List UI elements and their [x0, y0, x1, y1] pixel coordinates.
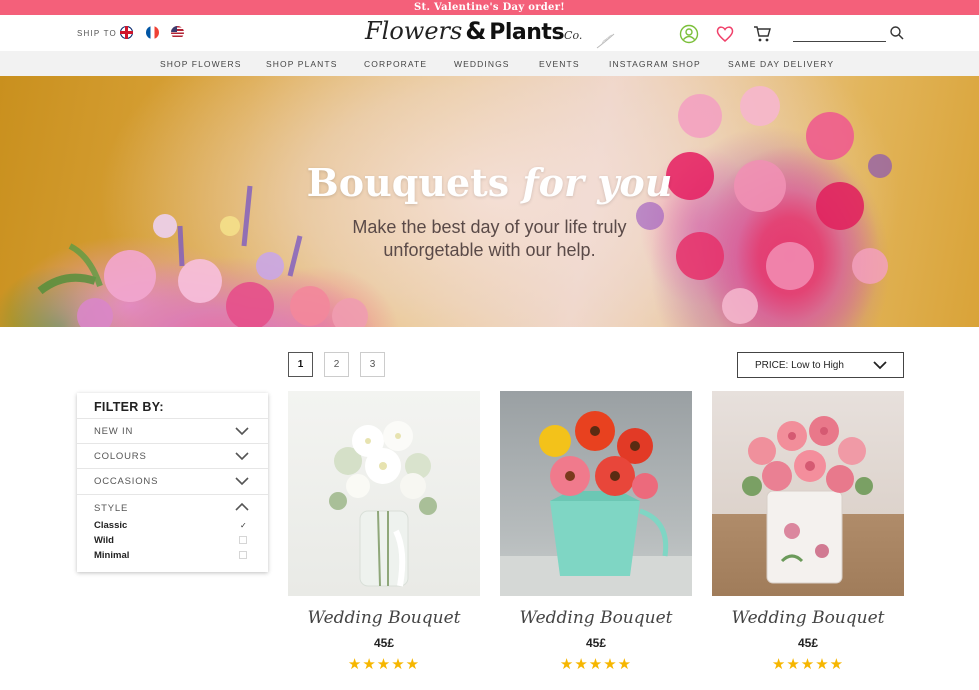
- filter-colours-label: COLOURS: [94, 451, 147, 462]
- ship-to-label: SHIP TO: [77, 29, 117, 38]
- nav-instagram-shop[interactable]: INSTAGRAM SHOP: [609, 59, 701, 69]
- logo-ampersand: &: [465, 17, 487, 45]
- logo-leaf-icon: [596, 33, 615, 49]
- nav-shop-plants[interactable]: SHOP PLANTS: [266, 59, 337, 69]
- star-rating-icon: ★★★★★: [559, 656, 633, 673]
- style-wild-checkbox[interactable]: [239, 536, 247, 544]
- hero-subtitle-line1: Make the best day of your life truly: [352, 217, 627, 237]
- filter-colours[interactable]: COLOURS: [77, 443, 268, 467]
- filter-style: STYLE Classic ✓ Wild Minimal: [77, 494, 268, 572]
- star-rating-icon: ★★★★★: [771, 656, 845, 673]
- account-icon[interactable]: [679, 24, 699, 44]
- page-3-button[interactable]: 3: [360, 352, 385, 377]
- filter-new-in[interactable]: NEW IN: [77, 418, 268, 442]
- search-input[interactable]: [793, 28, 886, 42]
- nav-weddings[interactable]: WEDDINGS: [454, 59, 510, 69]
- filter-panel: FILTER BY: NEW IN COLOURS OCCASIONS STYL…: [77, 393, 268, 572]
- main-nav: SHOP FLOWERS SHOP PLANTS CORPORATE WEDDI…: [0, 51, 979, 76]
- filter-style-label[interactable]: STYLE: [94, 503, 128, 514]
- star-rating-icon: ★★★★★: [347, 656, 421, 673]
- product-price: 45£: [585, 636, 607, 650]
- hero-subtitle-line2: unforgetable with our help.: [383, 240, 596, 260]
- nav-events[interactable]: EVENTS: [539, 59, 580, 69]
- nav-shop-flowers[interactable]: SHOP FLOWERS: [160, 59, 242, 69]
- search-icon[interactable]: [889, 25, 905, 41]
- hero-subtitle: Make the best day of your life truly unf…: [0, 216, 979, 262]
- france-flag-icon[interactable]: [146, 26, 159, 39]
- product-image[interactable]: [712, 391, 904, 596]
- us-flag-icon[interactable]: [171, 26, 184, 39]
- filter-title: FILTER BY:: [94, 400, 164, 414]
- hero-title-accent: for you: [522, 160, 673, 205]
- chevron-down-icon: [873, 361, 887, 370]
- page-2-button[interactable]: 2: [324, 352, 349, 377]
- chevron-down-icon: [235, 477, 249, 486]
- product-price: 45£: [797, 636, 819, 650]
- site-logo[interactable]: Flowers & PlantsCo.: [365, 17, 582, 49]
- filter-occasions[interactable]: OCCASIONS: [77, 468, 268, 492]
- promo-banner: St. Valentine's Day order!: [0, 0, 979, 15]
- filter-new-in-label: NEW IN: [94, 426, 134, 437]
- page-1-button[interactable]: 1: [288, 352, 313, 377]
- chevron-down-icon: [235, 452, 249, 461]
- nav-same-day-delivery[interactable]: SAME DAY DELIVERY: [728, 59, 834, 69]
- style-option-classic[interactable]: Classic: [94, 520, 127, 531]
- wishlist-heart-icon[interactable]: [715, 24, 735, 44]
- gerbera-box-illustration: [500, 411, 692, 596]
- nav-corporate[interactable]: CORPORATE: [364, 59, 427, 69]
- product-name[interactable]: Wedding Bouquet: [712, 608, 904, 628]
- pink-roses-tin-illustration: [742, 416, 873, 584]
- sort-select[interactable]: PRICE: Low to High: [737, 352, 904, 378]
- hero-banner: Bouquets for you Make the best day of yo…: [0, 76, 979, 327]
- hero-title: Bouquets for you: [0, 160, 979, 205]
- product-name[interactable]: Wedding Bouquet: [288, 608, 480, 628]
- white-bouquet-illustration: [329, 421, 437, 587]
- product-image[interactable]: [500, 391, 692, 596]
- product-name[interactable]: Wedding Bouquet: [500, 608, 692, 628]
- product-image[interactable]: [288, 391, 480, 596]
- filter-occasions-label: OCCASIONS: [94, 476, 159, 487]
- chevron-down-icon: [235, 427, 249, 436]
- chevron-up-icon[interactable]: [235, 502, 249, 512]
- style-minimal-checkbox[interactable]: [239, 551, 247, 559]
- style-classic-checkbox[interactable]: ✓: [239, 521, 247, 530]
- uk-flag-icon[interactable]: [120, 26, 133, 39]
- logo-word-plants: Plants: [489, 20, 565, 45]
- logo-suffix: Co.: [564, 29, 583, 42]
- product-price: 45£: [373, 636, 395, 650]
- style-option-wild[interactable]: Wild: [94, 535, 114, 546]
- site-header: SHIP TO Flowers & PlantsCo.: [0, 15, 979, 51]
- style-option-minimal[interactable]: Minimal: [94, 550, 129, 561]
- cart-icon[interactable]: [752, 24, 772, 44]
- logo-word-flowers: Flowers: [365, 17, 463, 45]
- hero-title-main: Bouquets: [306, 160, 523, 205]
- sort-selected-value: PRICE: Low to High: [755, 360, 844, 371]
